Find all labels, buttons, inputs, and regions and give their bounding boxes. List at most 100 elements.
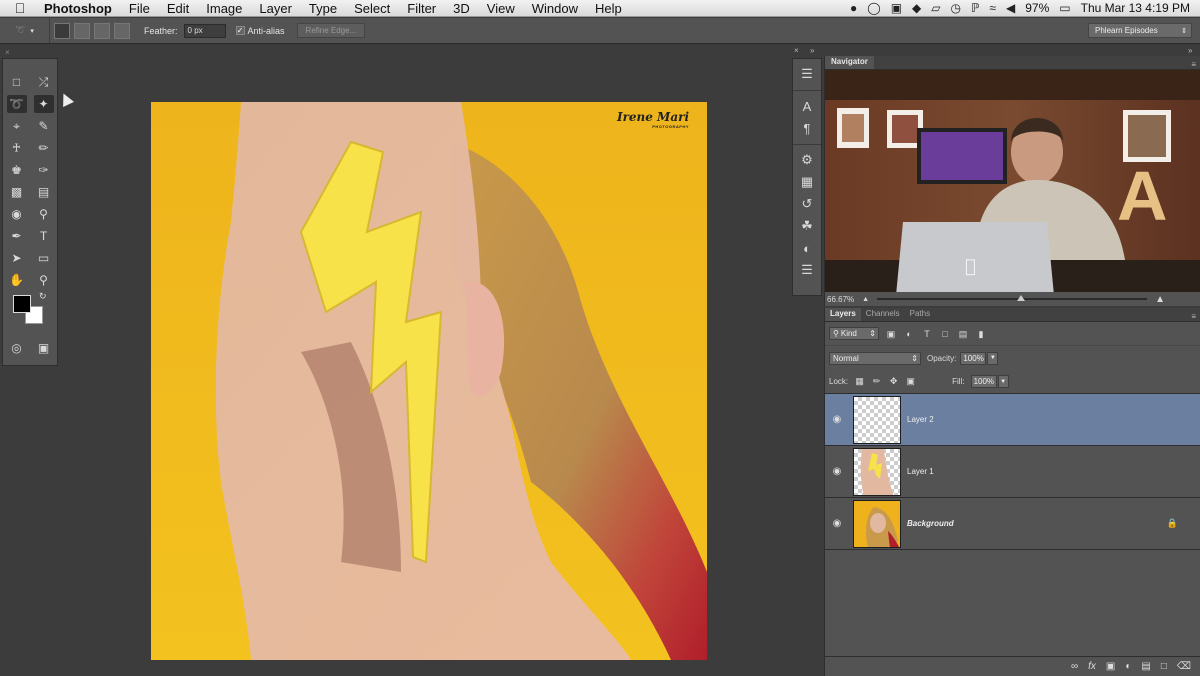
wifi-icon[interactable]: ≈ (989, 1, 996, 15)
eraser-tool-icon[interactable]: ▩ (7, 183, 27, 201)
marquee-tool-icon[interactable]: □ (7, 73, 27, 91)
new-group-icon[interactable]: ▤ (1141, 661, 1150, 672)
hand-tool-icon[interactable]: ✋ (7, 271, 27, 289)
collapse-icon[interactable]: × (5, 48, 10, 57)
gradient-tool-icon[interactable]: ▤ (34, 183, 54, 201)
dodge-tool-icon[interactable]: ⚲ (34, 205, 54, 223)
tab-navigator[interactable]: Navigator (825, 56, 874, 69)
new-layer-icon[interactable]: □ (1161, 661, 1167, 672)
panel-menu-icon[interactable]: ≡ (1191, 60, 1200, 69)
adjustments-panel-icon[interactable]: ◐ (793, 237, 821, 259)
zoom-out-icon[interactable]: ▲ (862, 296, 869, 303)
bluetooth-icon[interactable]: ℙ (971, 1, 979, 15)
lock-position-icon[interactable]: ✥ (888, 376, 899, 387)
feather-input[interactable]: 0 px (183, 23, 226, 38)
dropbox-icon[interactable]: ◆ (912, 1, 921, 15)
lock-pixels-icon[interactable]: ✏ (871, 376, 882, 387)
move-tool-icon[interactable]: ⤮ (34, 73, 54, 91)
lock-transparency-icon[interactable]: ▦ (854, 376, 865, 387)
healing-brush-tool-icon[interactable]: ♰ (7, 139, 27, 157)
adjustment-layer-icon[interactable]: ◐ (1125, 661, 1131, 672)
blend-mode-select[interactable]: Normal ⇕ (829, 351, 921, 365)
antialias-checkbox[interactable]: ✓ Anti-alias (235, 26, 285, 36)
history-panel-icon[interactable]: ☰ (793, 63, 821, 85)
filter-type-icon[interactable]: T (921, 328, 933, 340)
screen-mode-icon[interactable]: ▣ (34, 339, 54, 357)
tab-layers[interactable]: Layers (825, 308, 861, 321)
info-panel-icon[interactable]: ⚙ (793, 149, 821, 171)
filter-smart-object-icon[interactable]: ▤ (957, 328, 969, 340)
menu-app[interactable]: Photoshop (40, 1, 121, 16)
menu-type[interactable]: Type (301, 1, 346, 16)
lasso-tool-icon[interactable]: ➰ (6, 95, 27, 113)
layer-row-background[interactable]: ◉ Background 🔒 (825, 498, 1200, 550)
quick-mask-icon[interactable]: ◎ (7, 339, 27, 357)
clock[interactable]: Thu Mar 13 4:19 PM (1081, 1, 1190, 15)
tab-channels[interactable]: Channels (861, 308, 905, 321)
delete-layer-icon[interactable]: ⌫ (1177, 661, 1191, 672)
menu-select[interactable]: Select (346, 1, 399, 16)
brush-tool-icon[interactable]: ✏ (34, 139, 54, 157)
menu-view[interactable]: View (479, 1, 524, 16)
menu-filter[interactable]: Filter (399, 1, 445, 16)
sync-icon[interactable]: ◯ (867, 1, 880, 15)
zoom-tool-icon[interactable]: ⚲ (34, 271, 54, 289)
layer-row-layer-1[interactable]: ◉ Layer 1 (825, 446, 1200, 498)
pen-tool-icon[interactable]: ✒ (7, 227, 27, 245)
crop-tool-icon[interactable]: ⌖ (7, 117, 27, 135)
layer-name[interactable]: Layer 1 (907, 467, 934, 476)
menu-file[interactable]: File (121, 1, 159, 16)
tool-preset-picker[interactable]: ➰ ▾ (0, 18, 50, 43)
workspace-select[interactable]: Phlearn Episodes ⇕ (1088, 23, 1192, 38)
add-mask-icon[interactable]: ▣ (1106, 661, 1115, 672)
subtract-selection-button[interactable] (94, 22, 110, 39)
visibility-eye-icon[interactable]: ◉ (825, 518, 849, 529)
layer-name[interactable]: Layer 2 (907, 415, 934, 424)
fill-dropdown-icon[interactable]: ▼ (997, 375, 1009, 388)
document-canvas[interactable]: Irene Mari PHOTOGRAPHY (151, 102, 707, 660)
time-machine-icon[interactable]: ◷ (951, 1, 961, 15)
properties-panel-icon[interactable]: ☰ (793, 259, 821, 281)
intersect-selection-button[interactable] (114, 22, 130, 39)
zoom-slider[interactable] (877, 295, 1148, 301)
menu-layer[interactable]: Layer (251, 1, 301, 16)
evernote-icon[interactable]: ● (850, 1, 857, 15)
visibility-eye-icon[interactable]: ◉ (825, 466, 849, 477)
eyedropper-tool-icon[interactable]: ✎ (34, 117, 54, 135)
camera-icon[interactable]: ▣ (891, 1, 902, 15)
navigator-preview[interactable]: A  (825, 70, 1200, 292)
character-panel-icon[interactable]: A (793, 95, 821, 117)
actions-panel-icon[interactable]: ↺ (793, 193, 821, 215)
dock-close-icon[interactable]: × (794, 46, 799, 55)
shape-tool-icon[interactable]: ▭ (34, 249, 54, 267)
opacity-input[interactable]: 100% (960, 351, 987, 365)
opacity-dropdown-icon[interactable]: ▼ (987, 351, 999, 365)
airplay-icon[interactable]: ▱ (931, 1, 940, 15)
layer-row-layer-2[interactable]: ◉ Layer 2 (825, 394, 1200, 446)
filter-pixel-icon[interactable]: ▣ (885, 328, 897, 340)
blur-tool-icon[interactable]: ◉ (7, 205, 27, 223)
menu-edit[interactable]: Edit (159, 1, 198, 16)
filter-toggle-icon[interactable]: ▮ (975, 328, 987, 340)
menu-3d[interactable]: 3D (445, 1, 479, 16)
type-tool-icon[interactable]: T (34, 227, 54, 245)
zoom-in-icon[interactable]: ▲ (1155, 294, 1165, 305)
swatches-panel-icon[interactable]: ▦ (793, 171, 821, 193)
refine-edge-button[interactable]: Refine Edge... (296, 23, 366, 38)
path-select-tool-icon[interactable]: ➤ (7, 249, 27, 267)
dock-collapse-icon[interactable]: » (810, 46, 814, 55)
battery-label[interactable]: 97% (1025, 1, 1049, 15)
clone-stamp-tool-icon[interactable]: ♚ (7, 161, 27, 179)
fill-input[interactable]: 100% (970, 375, 997, 388)
apple-icon[interactable]:  (0, 0, 40, 16)
zoom-slider-knob[interactable] (1017, 295, 1026, 301)
magic-wand-tool-icon[interactable]: ✦ (33, 95, 54, 113)
paragraph-panel-icon[interactable]: ¶ (793, 117, 821, 139)
visibility-eye-icon[interactable]: ◉ (825, 414, 849, 425)
brush-panel-icon[interactable]: ☘ (793, 215, 821, 237)
filter-shape-icon[interactable]: □ (939, 328, 951, 340)
volume-icon[interactable]: ◀ (1006, 1, 1015, 15)
tab-paths[interactable]: Paths (905, 308, 935, 321)
foreground-color-swatch[interactable] (13, 295, 31, 313)
layer-style-icon[interactable]: fx (1088, 661, 1096, 672)
